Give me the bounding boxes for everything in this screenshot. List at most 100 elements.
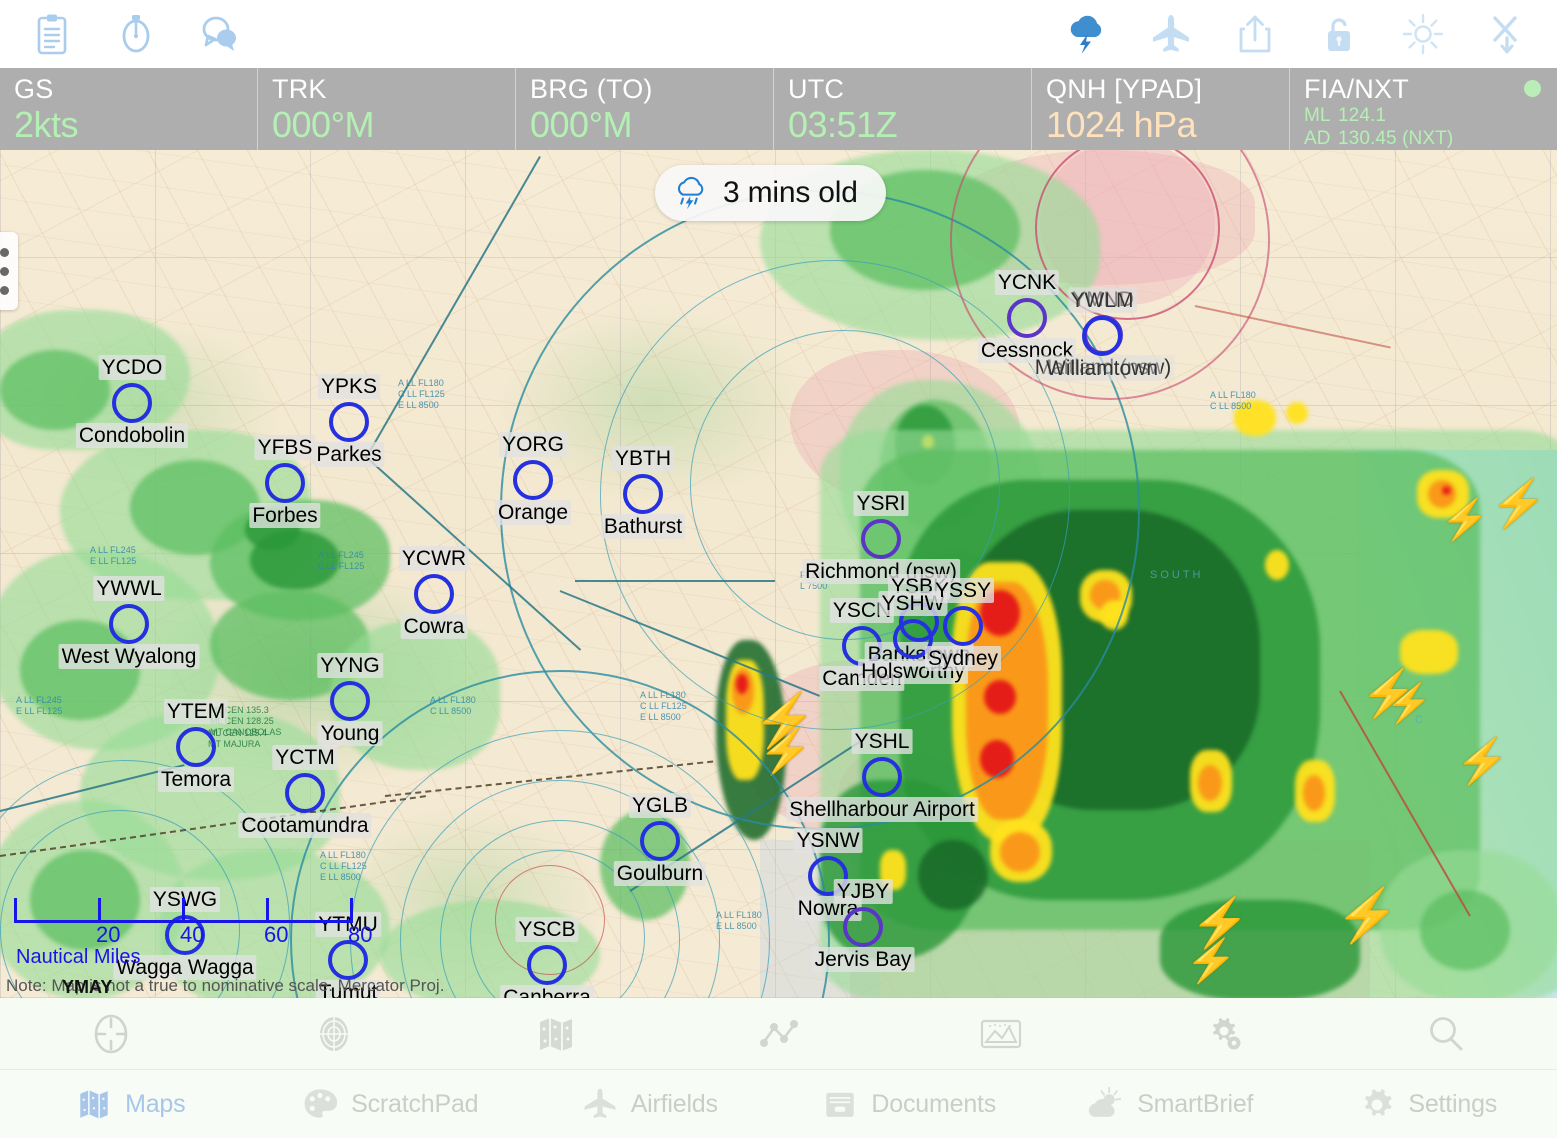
tab-scratchpad[interactable]: ScratchPad	[260, 1086, 520, 1122]
waypoint-ring-icon	[527, 945, 567, 985]
close-down-icon[interactable]	[1481, 10, 1533, 58]
search-icon[interactable]	[1335, 1012, 1557, 1056]
scale-tick-40	[182, 898, 185, 923]
waypoint-ycdo[interactable]: YCDO Condobolin	[75, 355, 189, 448]
waypoint-yfbs[interactable]: YFBS Forbes	[249, 435, 321, 528]
fia-ad-value: 130.45 (NXT)	[1338, 128, 1454, 149]
waypoint-name-label: Williamtown	[1042, 356, 1162, 381]
waypoint-name-label: Young	[317, 721, 383, 746]
tab-maps[interactable]: Maps	[0, 1086, 260, 1122]
waypoint-name-label: Sydney	[924, 646, 1002, 671]
qnh-value: 1024 hPa	[1046, 104, 1197, 145]
waypoint-ring-icon	[1007, 298, 1047, 338]
waypoint-code-label: YPKS	[317, 374, 381, 399]
stopwatch-icon[interactable]	[110, 10, 162, 58]
waypoint-yglb[interactable]: YGLB Goulburn	[613, 793, 707, 886]
data-cell-brg[interactable]: BRG (TO) 000°M	[516, 68, 774, 150]
scale-tick-0	[14, 898, 17, 923]
chart-annotation: A LL FL245 E LL FL125	[318, 550, 365, 571]
tab-smartbrief[interactable]: SmartBrief	[1038, 1086, 1298, 1122]
crosshair-icon[interactable]	[0, 1012, 222, 1056]
fia-ml-value: 124.1	[1338, 105, 1387, 126]
tab-scratchpad-label: ScratchPad	[351, 1089, 479, 1118]
map-ocean-layer	[1357, 450, 1557, 998]
waypoint-ring-icon	[112, 383, 152, 423]
waypoint-yctm[interactable]: YCTM Cootamundra	[238, 745, 372, 838]
waypoint-ring-icon	[176, 727, 216, 767]
storm-cloud-icon[interactable]	[1061, 10, 1113, 58]
lock-icon[interactable]	[1313, 10, 1365, 58]
waypoint-ring-icon	[623, 474, 663, 514]
data-cell-qnh[interactable]: QNH [YPAD] 1024 hPa	[1032, 68, 1290, 150]
tab-airfields[interactable]: Airfields	[519, 1086, 779, 1122]
waypoint-ytem[interactable]: YTEM Temora	[157, 699, 235, 792]
sectional-chart-map[interactable]: ⚡ ⚡ ⚡ ⚡ ⚡ ⚡ ⚡ ⚡ ⚡ ⚡ A LL FL245 E LL FL12…	[0, 150, 1557, 998]
waypoint-ywlm[interactable]: YWLM Williamtown	[1042, 288, 1162, 381]
terrain-profile-icon[interactable]	[890, 1014, 1112, 1054]
brightness-icon[interactable]	[1397, 10, 1449, 58]
radar-globe-icon[interactable]	[222, 1012, 444, 1056]
clipboard-icon[interactable]	[26, 10, 78, 58]
waypoint-name-label: Bathurst	[600, 514, 686, 539]
waypoint-name-label: Temora	[157, 767, 235, 792]
chart-annotation: ML CEN 125.4 MT MAJURA	[208, 728, 267, 749]
waypoint-ycwr[interactable]: YCWR Cowra	[398, 546, 470, 639]
waypoint-name-label: Orange	[494, 500, 572, 525]
chart-annotation: C	[1415, 714, 1426, 726]
scale-tick-20	[98, 898, 101, 923]
data-cell-gs[interactable]: GS 2kts	[0, 68, 258, 150]
gears-icon[interactable]	[1112, 1012, 1334, 1056]
waypoint-yshl[interactable]: YSHL Shellharbour Airport	[786, 729, 978, 822]
waypoint-ypks[interactable]: YPKS Parkes	[313, 374, 385, 467]
data-cell-trk[interactable]: TRK 000°M	[258, 68, 516, 150]
waypoint-name-label: Forbes	[249, 503, 321, 528]
map-tools-bar	[0, 998, 1557, 1070]
map-layers-icon[interactable]	[445, 1013, 667, 1055]
airplane-icon[interactable]	[1145, 10, 1197, 58]
waypoint-ring-icon	[843, 907, 883, 947]
waypoint-ring-icon	[943, 606, 983, 646]
scale-label-60: 60	[264, 922, 289, 947]
chart-annotation: A LL FL245 E LL FL125	[16, 695, 63, 716]
tab-settings[interactable]: Settings	[1298, 1085, 1557, 1123]
waypoint-ring-icon	[329, 402, 369, 442]
chart-annotation: A LL FL180 C LL 8500	[430, 695, 476, 716]
waypoint-ring-icon	[265, 463, 305, 503]
waypoint-yyng[interactable]: YYNG Young	[317, 653, 383, 746]
waypoint-ycnk[interactable]: YCNK Cessnock	[977, 270, 1077, 363]
gps-status-indicator	[1524, 80, 1541, 97]
waypoint-code-label: YCNK	[994, 270, 1060, 295]
waypoint-code-label: YCTM	[272, 745, 338, 770]
chart-annotation: A LL FL180 C LL 8500	[1210, 390, 1256, 411]
route-icon[interactable]	[667, 1012, 889, 1056]
share-icon[interactable]	[1229, 10, 1281, 58]
tab-documents[interactable]: Documents	[779, 1086, 1039, 1122]
data-cell-utc[interactable]: UTC 03:51Z	[774, 68, 1032, 150]
map-options-handle[interactable]	[0, 232, 18, 310]
waypoint-code-label: YWWL	[93, 576, 165, 601]
waypoint-yscb[interactable]: YSCB Canberra	[500, 917, 594, 998]
data-cell-fia[interactable]: FIA/NXT ML 124.1 AD 130.45 (NXT)	[1290, 68, 1557, 150]
tab-documents-label: Documents	[871, 1089, 997, 1118]
waypoint-ybth[interactable]: YBTH Bathurst	[600, 446, 686, 539]
waypoint-yorg[interactable]: YORG Orange	[494, 432, 572, 525]
waypoint-ywwl[interactable]: YWWL West Wyalong	[58, 576, 200, 669]
waypoint-yssy[interactable]: YSSY Sydney	[924, 578, 1002, 671]
scale-label-80: 80	[348, 922, 373, 947]
waypoint-name-label: Canberra	[500, 985, 594, 998]
waypoint-yjby[interactable]: YJBY Jervis Bay	[811, 879, 915, 972]
radar-age-banner[interactable]: 3 mins old	[655, 165, 886, 221]
waypoint-ysri[interactable]: YSRI Richmond (nsw)	[802, 491, 960, 584]
map-scale-bar: 20 40 60 80 Nautical Miles	[10, 896, 372, 968]
waypoint-code-label: YTEM	[163, 699, 229, 724]
waypoint-ring-icon	[285, 773, 325, 813]
scale-tick-60	[266, 898, 269, 923]
waypoint-name-label: Jervis Bay	[811, 947, 915, 972]
chat-bubble-icon[interactable]	[194, 10, 246, 58]
waypoint-name-label: Shellharbour Airport	[786, 797, 978, 822]
scale-units-label: Nautical Miles	[16, 946, 141, 968]
waypoint-code-label: YORG	[499, 432, 567, 457]
waypoint-name-label: Goulburn	[613, 861, 707, 886]
waypoint-ring-icon	[861, 519, 901, 559]
fia-ad-key: AD	[1304, 128, 1331, 149]
